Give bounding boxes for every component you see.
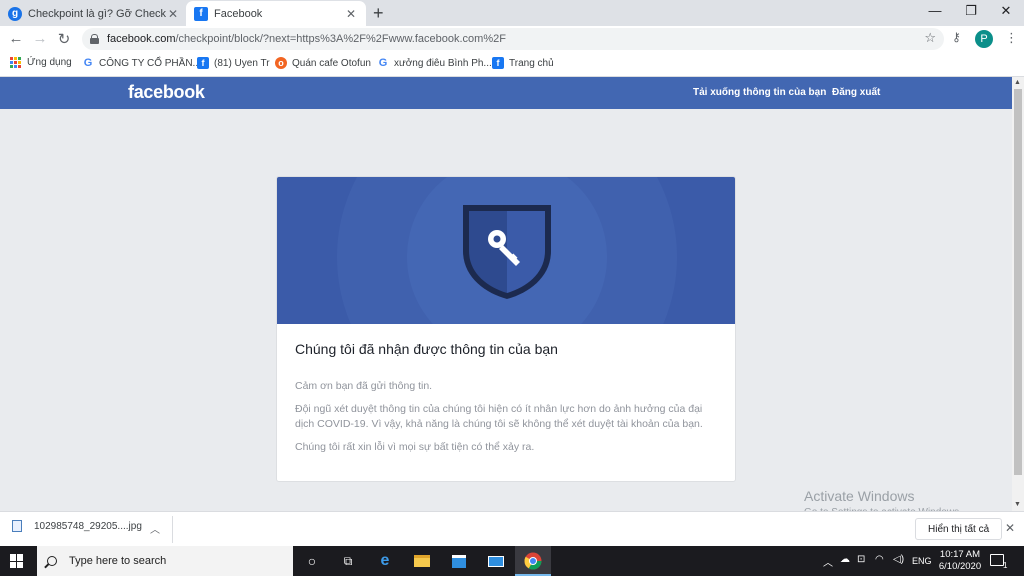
close-tab-icon[interactable]: ✕	[344, 7, 358, 21]
bookmark-trang-chu[interactable]: f Trang chủ	[492, 57, 554, 69]
task-view-icon[interactable]: ⧉	[338, 551, 358, 571]
download-bar: 102985748_29205....jpg ︿ Hiển thị tất cả…	[0, 511, 1024, 546]
tab-checkpoint[interactable]: g Checkpoint là gì? Gỡ Checkpoint ✕	[0, 1, 188, 26]
mail-icon[interactable]	[486, 551, 506, 571]
tab-title: Checkpoint là gì? Gỡ Checkpoint	[28, 7, 166, 20]
otofun-icon: o	[275, 57, 287, 69]
checkpoint-card: Chúng tôi đã nhận được thông tin của bạn…	[276, 176, 736, 482]
download-file-name: 102985748_29205....jpg	[34, 520, 142, 532]
forward-arrow-icon[interactable]: →	[30, 30, 50, 47]
close-window-icon[interactable]: ✕	[991, 3, 1021, 19]
volume-icon[interactable]: ◁)	[893, 554, 904, 565]
shield-key-icon	[463, 205, 551, 299]
google-favicon-icon: g	[8, 6, 22, 21]
restore-icon[interactable]: ❐	[956, 3, 986, 19]
logout-link[interactable]: Đăng xuất	[832, 87, 880, 98]
scroll-up-icon[interactable]: ▲	[1014, 79, 1021, 86]
notification-count: 1	[1003, 561, 1008, 570]
bookmark-star-icon[interactable]: ☆	[924, 30, 936, 46]
card-paragraph-apology: Chúng tôi rất xin lỗi vì mọi sự bất tiện…	[295, 441, 535, 453]
show-hidden-icons-icon[interactable]: ︿	[823, 554, 833, 569]
tab-facebook[interactable]: f Facebook ✕	[186, 1, 366, 26]
lock-icon	[90, 34, 99, 44]
windows-start-icon[interactable]	[10, 554, 24, 568]
back-arrow-icon[interactable]: ←	[6, 30, 26, 47]
card-title: Chúng tôi đã nhận được thông tin của bạn	[295, 341, 558, 357]
facebook-icon: f	[197, 57, 209, 69]
activate-windows-title: Activate Windows	[804, 488, 915, 504]
card-banner	[277, 177, 735, 324]
apps-grid-icon	[10, 57, 21, 68]
file-explorer-icon[interactable]	[412, 551, 432, 571]
edge-icon[interactable]: e	[375, 551, 395, 571]
image-file-icon	[12, 520, 22, 532]
card-paragraph-thanks: Cảm ơn bạn đã gửi thông tin.	[295, 380, 433, 392]
show-all-button[interactable]: Hiển thị tất cả	[915, 518, 1003, 540]
notification-center-icon[interactable]	[990, 554, 1004, 566]
bookmark-otofun[interactable]: o Quán cafe Otofun	[275, 57, 371, 69]
network-icon[interactable]: ⊡	[857, 554, 865, 565]
taskbar-search[interactable]: Type here to search	[37, 546, 293, 576]
profile-avatar[interactable]: P	[975, 30, 993, 48]
page-scrollbar[interactable]: ▲ ▼	[1012, 77, 1024, 511]
bookmarks-bar: Ứng dụng G CÔNG TY CỔ PHẦN... f (81) Uye…	[0, 52, 1024, 77]
scroll-thumb[interactable]	[1014, 89, 1022, 475]
cortana-icon[interactable]: ○	[302, 551, 322, 571]
minimize-icon[interactable]: —	[920, 3, 950, 18]
download-item[interactable]: 102985748_29205....jpg	[12, 520, 142, 532]
facebook-icon: f	[492, 57, 504, 69]
address-bar[interactable]: facebook.com/checkpoint/block/?next=http…	[82, 28, 944, 50]
tab-title: Facebook	[214, 7, 263, 20]
facebook-logo[interactable]: facebook	[128, 82, 205, 103]
clock-time: 10:17 AM	[939, 549, 981, 560]
download-info-link[interactable]: Tải xuống thông tin của bạn	[693, 87, 826, 98]
wifi-icon[interactable]: ◠	[875, 554, 884, 565]
card-paragraph-covid: Đội ngũ xét duyệt thông tin của chúng tô…	[295, 403, 703, 430]
key-icon[interactable]: ⚷	[952, 30, 961, 44]
bookmark-uyen-tr[interactable]: f (81) Uyen Tr	[197, 57, 270, 69]
card-body: Chúng tôi đã nhận được thông tin của bạn…	[295, 341, 719, 463]
new-tab-button[interactable]: +	[373, 3, 384, 24]
search-placeholder: Type here to search	[69, 555, 167, 567]
chrome-icon[interactable]	[523, 551, 543, 571]
language-indicator[interactable]: ENG	[912, 556, 932, 566]
bookmark-apps[interactable]: Ứng dụng	[10, 57, 72, 68]
chevron-up-icon[interactable]: ︿	[150, 521, 160, 536]
cloud-icon[interactable]: ☁	[840, 554, 850, 565]
reload-icon[interactable]: ↻	[54, 30, 74, 48]
search-icon	[47, 556, 57, 566]
store-icon[interactable]	[449, 551, 469, 571]
windows-taskbar: Type here to search ○ ⧉ e ︿ ☁ ⊡ ◠ ◁) ENG…	[0, 546, 1024, 576]
clock-date: 6/10/2020	[938, 561, 982, 572]
facebook-header: facebook Tải xuống thông tin của bạn Đăn…	[0, 77, 1012, 109]
menu-kebab-icon[interactable]: ⋮	[1005, 30, 1018, 46]
browser-toolbar: ← → ↻ facebook.com/checkpoint/block/?nex…	[0, 26, 1024, 52]
scroll-down-icon[interactable]: ▼	[1014, 501, 1021, 508]
tab-strip: g Checkpoint là gì? Gỡ Checkpoint ✕ f Fa…	[0, 0, 1024, 26]
facebook-favicon-icon: f	[194, 6, 208, 21]
taskbar-clock[interactable]: 10:17 AM 6/10/2020	[936, 549, 984, 573]
url-text: facebook.com/checkpoint/block/?next=http…	[107, 33, 506, 45]
close-tab-icon[interactable]: ✕	[166, 7, 180, 21]
close-download-bar-icon[interactable]: ✕	[1005, 521, 1015, 535]
bookmark-cong-ty[interactable]: G CÔNG TY CỔ PHẦN...	[82, 57, 201, 69]
google-icon: G	[83, 57, 93, 69]
google-icon: G	[378, 57, 388, 69]
bookmark-xuong-dieu[interactable]: G xưởng điêu Bình Ph...	[377, 57, 492, 69]
